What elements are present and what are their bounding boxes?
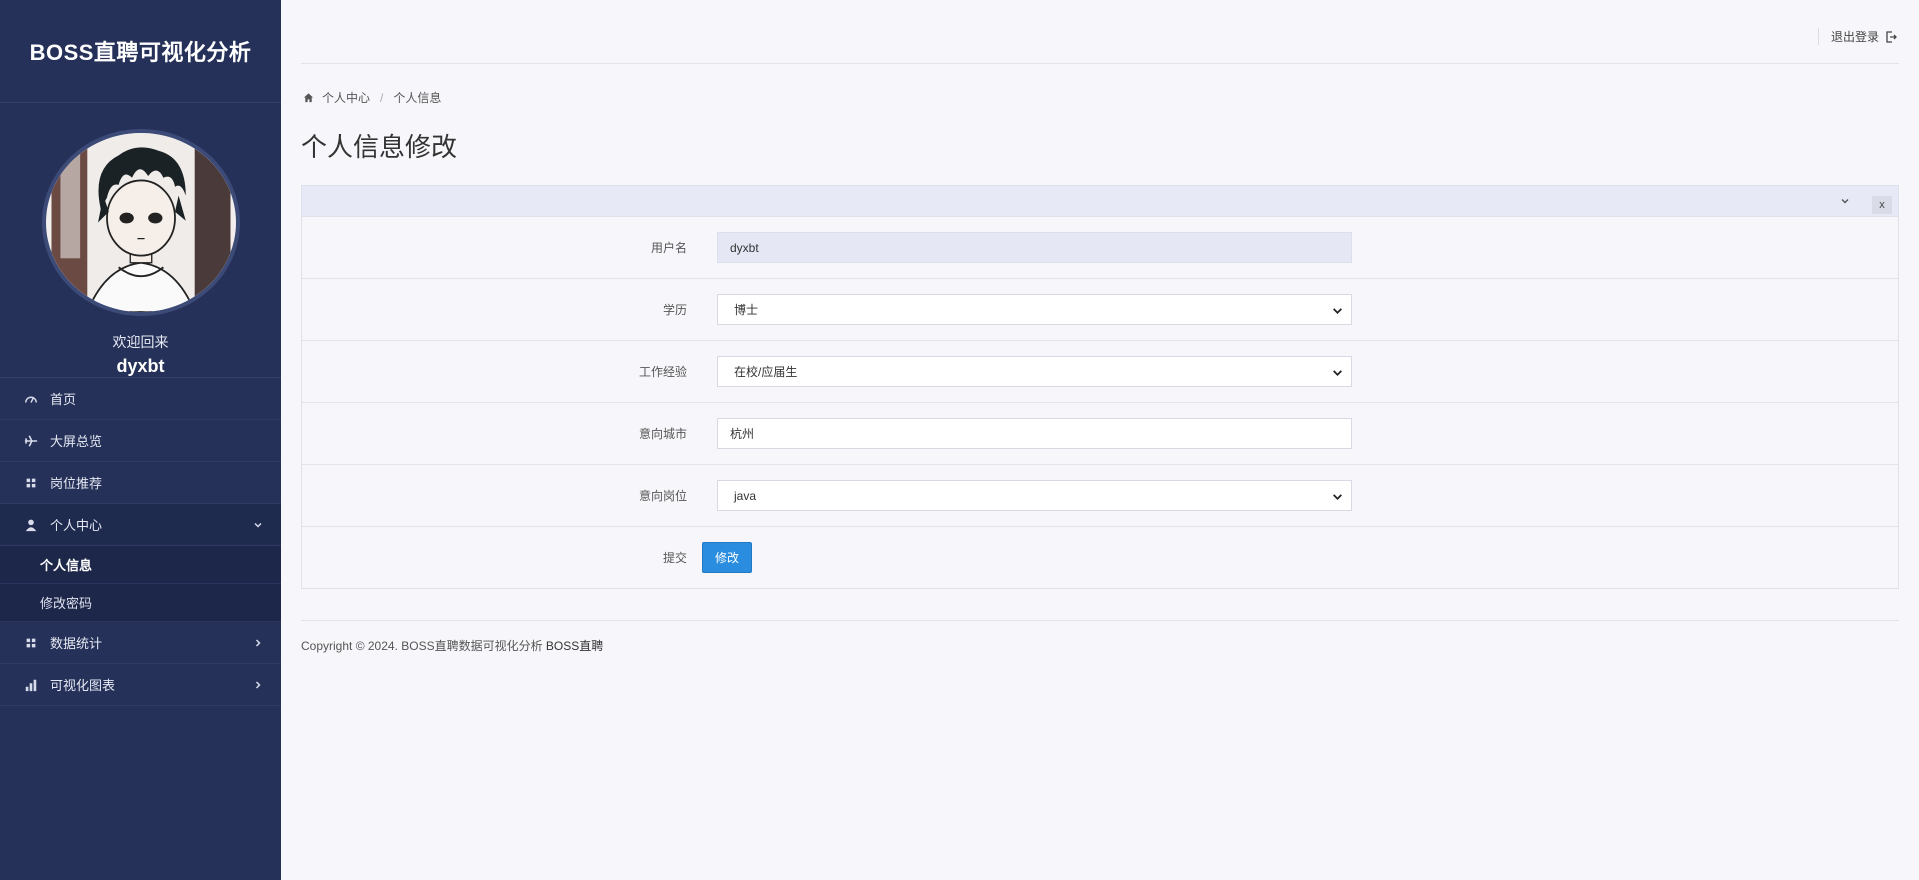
- app-title: BOSS直聘可视化分析: [0, 0, 281, 103]
- chevron-down-icon: [1332, 491, 1343, 502]
- user-icon: [22, 518, 40, 532]
- breadcrumb-separator: /: [380, 90, 384, 105]
- education-select[interactable]: 博士: [717, 294, 1352, 325]
- education-value: 博士: [734, 303, 759, 317]
- breadcrumb-root[interactable]: 个人中心: [322, 89, 370, 106]
- position-value: java: [734, 488, 757, 503]
- chevron-down-icon: [1332, 305, 1343, 316]
- panel-header: x: [302, 186, 1898, 217]
- modify-button[interactable]: 修改: [702, 542, 752, 573]
- avatar: [41, 129, 240, 316]
- education-label: 学历: [662, 303, 687, 317]
- plane-icon: [22, 434, 40, 448]
- breadcrumb-current: 个人信息: [393, 91, 442, 105]
- form-row-experience: 工作经验 在校/应届生: [302, 341, 1898, 403]
- sidebar-item-recommend[interactable]: 岗位推荐: [0, 462, 281, 504]
- experience-value: 在校/应届生: [734, 365, 798, 379]
- city-input[interactable]: 杭州: [717, 418, 1352, 449]
- sidebar-item-home[interactable]: 首页: [0, 378, 281, 420]
- main-content: 退出登录 个人中心 / 个人信息 个人信息修改 x 用户名 dyxbt 学历 博…: [281, 0, 1919, 880]
- sidebar-nav: 首页 大屏总览 岗位推荐 个人中心 个人信息 修改密码 数据统计 可视化图表: [0, 378, 281, 706]
- copyright-text: Copyright © 2024. BOSS直聘数据可视化分析: [301, 639, 546, 653]
- bar-chart-icon: [22, 678, 40, 692]
- position-label: 意向岗位: [638, 489, 687, 503]
- sidebar-item-label: 大屏总览: [50, 434, 103, 449]
- form-row-position: 意向岗位 java: [302, 465, 1898, 527]
- footer-brand: BOSS直聘: [545, 639, 604, 653]
- footer-divider: [301, 620, 1899, 621]
- sidebar-item-charts[interactable]: 可视化图表: [0, 664, 281, 706]
- avatar-illustration-icon: [51, 133, 230, 312]
- form-row-submit: 提交 修改: [302, 527, 1898, 589]
- sidebar-item-personal[interactable]: 个人中心: [0, 504, 281, 546]
- profile-form-panel: x 用户名 dyxbt 学历 博士 工作经验 在校/应届生 意向城市 杭州 意向…: [301, 185, 1899, 589]
- position-select[interactable]: java: [717, 480, 1352, 511]
- sidebar-username: dyxbt: [116, 356, 165, 376]
- sidebar-item-label: 可视化图表: [50, 678, 116, 693]
- sidebar-subitem-change-password[interactable]: 修改密码: [0, 584, 281, 622]
- breadcrumb: 个人中心 / 个人信息: [303, 89, 441, 106]
- logout-icon: [1885, 30, 1897, 43]
- sidebar-subitem-profile[interactable]: 个人信息: [0, 546, 281, 584]
- chevron-down-icon: [253, 520, 263, 530]
- chevron-right-icon: [253, 680, 263, 690]
- welcome-text: 欢迎回来: [112, 334, 169, 350]
- experience-select[interactable]: 在校/应届生: [717, 356, 1352, 387]
- city-label: 意向城市: [638, 427, 687, 441]
- sidebar-item-stats[interactable]: 数据统计: [0, 622, 281, 664]
- form-row-education: 学历 博士: [302, 279, 1898, 341]
- sidebar-item-label: 岗位推荐: [50, 476, 103, 491]
- grid-icon: [22, 476, 40, 490]
- user-profile: 欢迎回来 dyxbt: [0, 103, 281, 378]
- sidebar-item-label: 数据统计: [50, 636, 103, 651]
- home-icon[interactable]: [303, 92, 314, 103]
- submit-label: 提交: [662, 551, 687, 565]
- footer: Copyright © 2024. BOSS直聘数据可视化分析 BOSS直聘: [301, 637, 603, 654]
- logout-button[interactable]: 退出登录: [1817, 28, 1897, 45]
- page-title: 个人信息修改: [301, 132, 458, 162]
- username-label: 用户名: [650, 241, 687, 255]
- sidebar-item-label: 首页: [50, 392, 77, 407]
- grid-icon: [22, 636, 40, 650]
- panel-close-button[interactable]: x: [1872, 196, 1892, 214]
- topbar: 退出登录: [301, 0, 1899, 64]
- form-row-city: 意向城市 杭州: [302, 403, 1898, 465]
- sidebar-item-overview[interactable]: 大屏总览: [0, 420, 281, 462]
- chevron-down-icon: [1332, 367, 1343, 378]
- chevron-right-icon: [253, 638, 263, 648]
- form-row-username: 用户名 dyxbt: [302, 217, 1898, 279]
- logout-label: 退出登录: [1830, 30, 1879, 44]
- chevron-down-icon[interactable]: [1840, 196, 1850, 206]
- sidebar-item-label: 个人中心: [50, 518, 103, 533]
- sidebar: BOSS直聘可视化分析 欢迎回来 dyxbt 首页 大屏总览 岗位推荐 个人中心…: [0, 0, 281, 880]
- username-field[interactable]: dyxbt: [717, 232, 1352, 263]
- dashboard-icon: [22, 392, 40, 406]
- experience-label: 工作经验: [638, 365, 687, 379]
